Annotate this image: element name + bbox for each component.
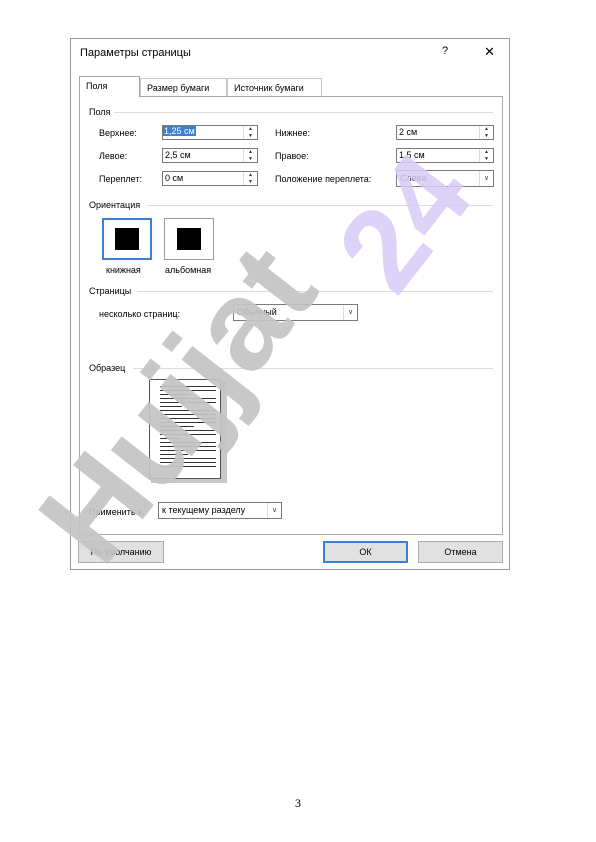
multiple-pages-label: несколько страниц: [99, 309, 181, 319]
tab-bar: Поля Размер бумаги Источник бумаги [79, 76, 503, 97]
cancel-button[interactable]: Отмена [418, 541, 503, 563]
spin-up-icon[interactable]: ▲ [480, 149, 493, 155]
bottom-margin-value[interactable]: 2 см [399, 127, 417, 137]
tab-paper-source[interactable]: Источник бумаги [227, 78, 322, 96]
gutter-spinner[interactable]: 0 см ▲ ▼ [162, 171, 258, 186]
preview-group-divider [133, 368, 493, 369]
chevron-down-icon[interactable]: ∨ [479, 171, 493, 186]
dialog-title: Параметры страницы [80, 47, 191, 59]
margins-group-divider [113, 112, 493, 113]
gutter-position-label: Положение переплета: [275, 174, 372, 184]
orientation-group-title: Ориентация [89, 200, 145, 210]
gutter-position-value: Слева [400, 173, 427, 183]
apply-to-value: к текущему разделу [162, 505, 246, 515]
top-margin-value[interactable]: 1,25 см [163, 126, 196, 136]
ok-button[interactable]: ОК [323, 541, 408, 563]
margins-group-title: Поля [89, 107, 115, 117]
left-margin-value[interactable]: 2,5 см [165, 150, 191, 160]
orientation-group-divider [147, 205, 493, 206]
pages-group-title: Страницы [89, 286, 136, 296]
spin-up-icon[interactable]: ▲ [244, 172, 257, 178]
chevron-down-icon[interactable]: ∨ [343, 305, 357, 320]
top-margin-label: Верхнее: [99, 128, 137, 138]
bottom-margin-spinner[interactable]: 2 см ▲ ▼ [396, 125, 494, 140]
landscape-button[interactable] [164, 218, 214, 260]
landscape-label: альбомная [165, 265, 212, 275]
portrait-page-icon [115, 228, 139, 250]
right-margin-label: Правое: [275, 151, 309, 161]
preview-group-title: Образец [89, 363, 130, 373]
spin-up-icon[interactable]: ▲ [244, 126, 257, 132]
preview-page [149, 379, 221, 479]
apply-to-label: Применить к: [89, 507, 145, 517]
portrait-label: книжная [106, 265, 141, 275]
spin-down-icon[interactable]: ▼ [244, 179, 257, 185]
right-margin-value[interactable]: 1,5 см [399, 150, 425, 160]
gutter-position-select[interactable]: Слева ∨ [396, 170, 494, 187]
chevron-down-icon[interactable]: ∨ [267, 503, 281, 518]
portrait-button[interactable] [102, 218, 152, 260]
multiple-pages-select[interactable]: Обычный ∨ [233, 304, 358, 321]
gutter-value[interactable]: 0 см [165, 173, 183, 183]
landscape-page-icon [177, 228, 201, 250]
top-margin-spinner[interactable]: 1,25 см ▲ ▼ [162, 125, 258, 140]
spin-up-icon[interactable]: ▲ [244, 149, 257, 155]
gutter-label: Переплет: [99, 174, 142, 184]
apply-to-select[interactable]: к текущему разделу ∨ [158, 502, 282, 519]
pages-group-divider [137, 291, 493, 292]
tab-paper-size[interactable]: Размер бумаги [140, 78, 227, 96]
spin-up-icon[interactable]: ▲ [480, 126, 493, 132]
spin-down-icon[interactable]: ▼ [244, 133, 257, 139]
close-icon[interactable]: ✕ [484, 44, 495, 60]
spin-down-icon[interactable]: ▼ [244, 156, 257, 162]
tab-margins[interactable]: Поля [79, 76, 140, 97]
left-margin-label: Левое: [99, 151, 128, 161]
spin-down-icon[interactable]: ▼ [480, 156, 493, 162]
page-setup-dialog: Параметры страницы ? ✕ Поля Размер бумаг… [70, 38, 510, 570]
right-margin-spinner[interactable]: 1,5 см ▲ ▼ [396, 148, 494, 163]
set-default-button[interactable]: По умолчанию [78, 541, 164, 563]
help-button[interactable]: ? [442, 45, 448, 57]
left-margin-spinner[interactable]: 2,5 см ▲ ▼ [162, 148, 258, 163]
page-number: 3 [295, 796, 301, 810]
bottom-margin-label: Нижнее: [275, 128, 311, 138]
spin-down-icon[interactable]: ▼ [480, 133, 493, 139]
multiple-pages-value: Обычный [237, 307, 277, 317]
